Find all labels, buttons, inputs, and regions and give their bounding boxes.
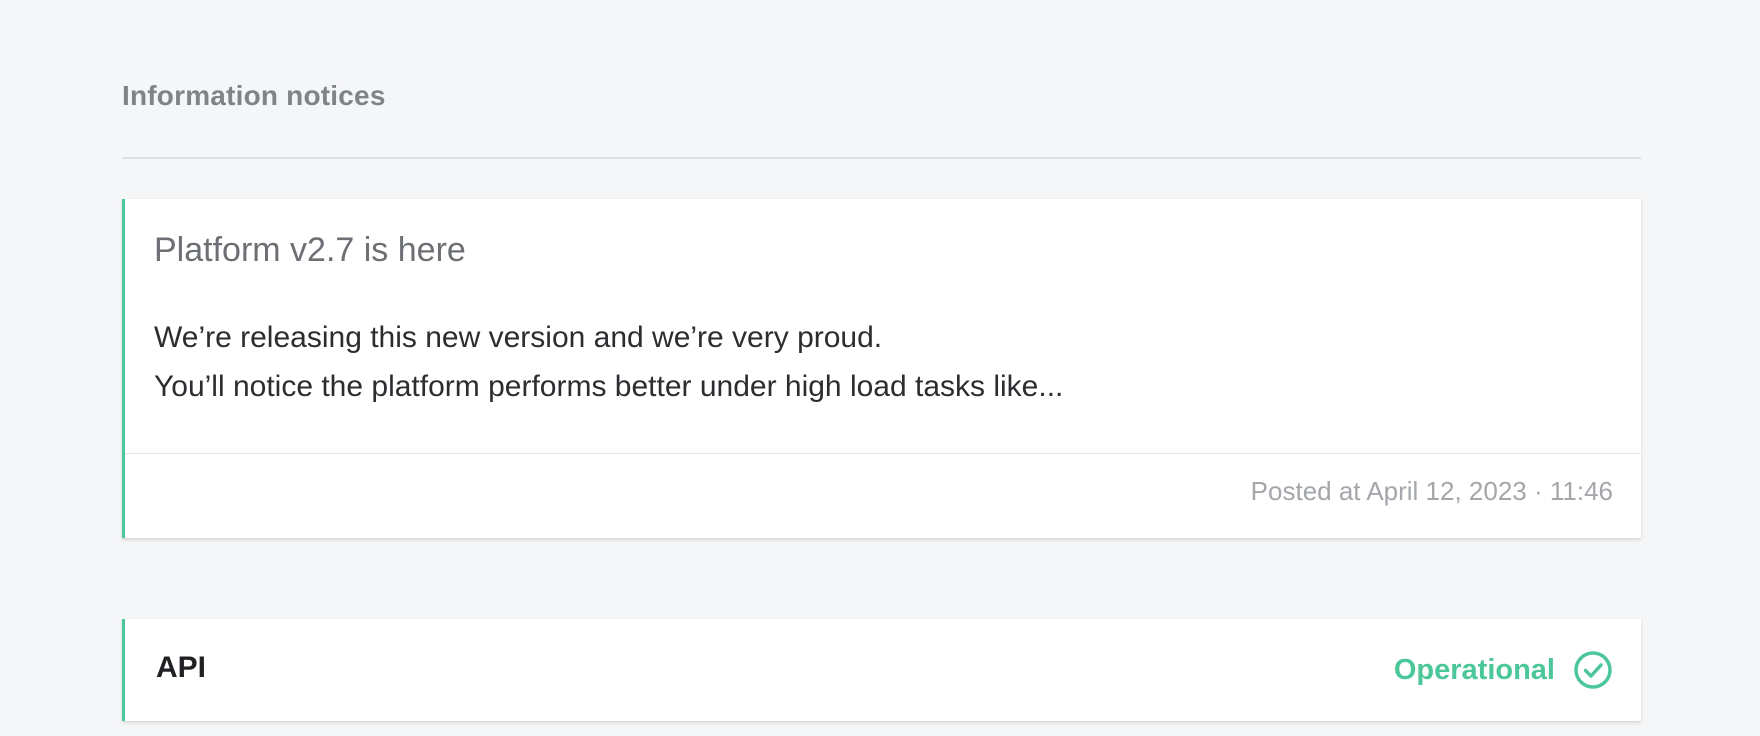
notice-body-line: You’ll notice the platform performs bett… [154,370,1064,403]
section-divider [122,157,1641,159]
check-circle-icon [1574,651,1612,689]
notice-body: We’re releasing this new version and we’… [154,313,1063,411]
status-label: Operational [1393,653,1555,686]
notice-title: Platform v2.7 is here [154,231,466,269]
section-title: Information notices [122,80,386,111]
component-status: Operational [1394,650,1613,690]
component-name: API [156,651,207,684]
information-notice-card[interactable]: Platform v2.7 is here We’re releasing th… [122,199,1641,538]
notice-posted-timestamp: Posted at April 12, 2023 · 11:46 [1250,476,1613,506]
component-status-row[interactable]: API Operational [122,619,1641,721]
notice-footer-divider [125,453,1641,454]
notice-body-line: We’re releasing this new version and we’… [154,321,883,354]
